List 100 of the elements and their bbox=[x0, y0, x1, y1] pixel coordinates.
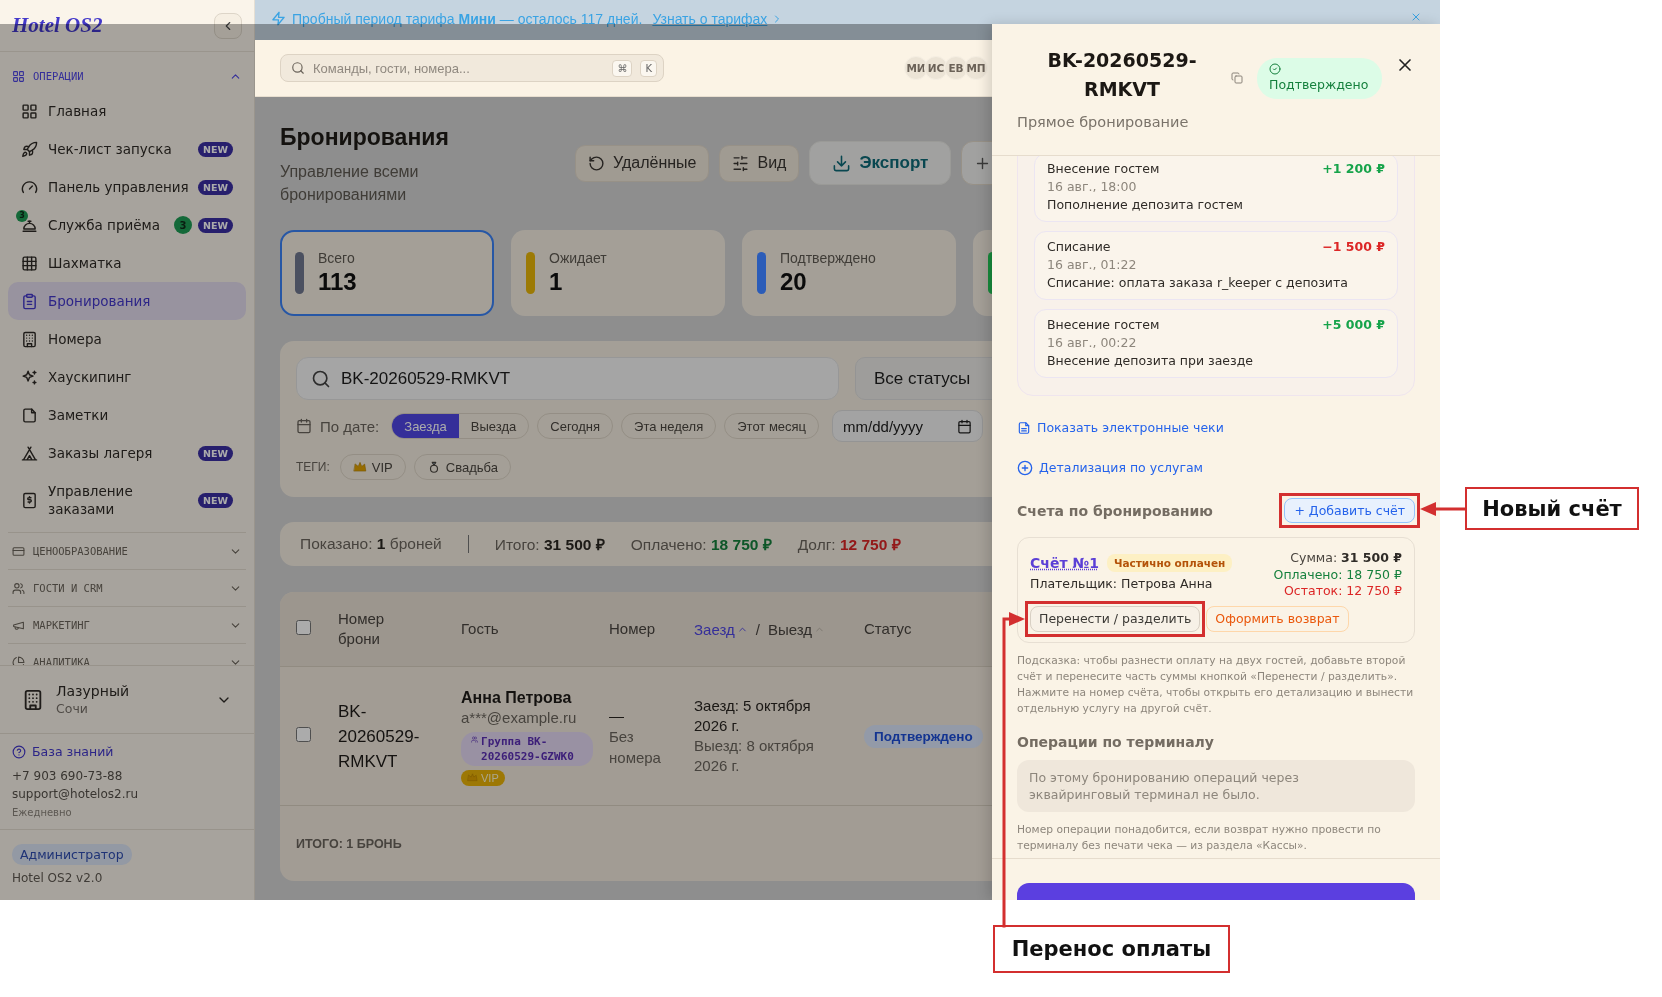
stat-value: 20 bbox=[780, 267, 808, 297]
document-icon bbox=[1017, 421, 1031, 435]
segment-button[interactable]: Заезда bbox=[392, 414, 459, 438]
entry-amount: −1 500 ₽ bbox=[1322, 238, 1385, 256]
room-value: — bbox=[609, 705, 625, 726]
shortcut-key: K bbox=[640, 59, 657, 77]
restore-button[interactable]: Удалённые bbox=[575, 144, 710, 182]
invoice-link[interactable]: Счёт №1 bbox=[1030, 555, 1099, 571]
header-separator: / bbox=[755, 620, 760, 638]
entry-title: Внесение гостем bbox=[1047, 160, 1160, 178]
help-link[interactable]: База знаний bbox=[12, 743, 242, 761]
property-switcher[interactable]: Лазурный Сочи bbox=[0, 665, 254, 733]
booking-title: BK-20260529-RMKVT bbox=[1046, 48, 1198, 102]
table-footer: ИТОГО: 1 БРОНЬ bbox=[296, 836, 402, 851]
entry-amount: +1 200 ₽ bbox=[1322, 160, 1385, 178]
new-badge: NEW bbox=[198, 141, 233, 157]
receipt-icon bbox=[20, 491, 38, 509]
section-header[interactable]: ЦЕНООБРАЗОВАНИЕ bbox=[8, 533, 246, 569]
command-search-input[interactable]: Команды, гости, номера... bbox=[313, 55, 605, 81]
icon-badge: 3 bbox=[16, 209, 28, 222]
transfer-button[interactable]: Перенести / разделить bbox=[1030, 605, 1201, 632]
stat-value: 113 bbox=[318, 267, 357, 297]
section-header[interactable]: ОПЕРАЦИИ bbox=[8, 60, 246, 92]
entry-amount: +5 000 ₽ bbox=[1322, 316, 1385, 334]
search-field[interactable]: BK-20260529-RMKVT bbox=[296, 357, 839, 400]
property-city: Сочи bbox=[56, 700, 89, 717]
search-icon bbox=[311, 368, 331, 389]
stat-card[interactable]: Всего 113 bbox=[280, 230, 494, 316]
add-invoice-button[interactable]: + Добавить счёт bbox=[1284, 498, 1415, 523]
checkin-date: Заезд: 5 октября 2026 г. bbox=[694, 696, 812, 736]
section-title: Операции по терминалу bbox=[1017, 733, 1215, 750]
nav-label: Служба приёма bbox=[48, 216, 162, 234]
user-avatar: МП bbox=[964, 56, 988, 80]
booking-source: Прямое бронирование bbox=[1017, 113, 1190, 132]
link[interactable]: Детализация по услугам bbox=[1017, 458, 1204, 478]
nav-item[interactable]: Управление заказами NEW bbox=[8, 472, 246, 528]
trial-text: Пробный период тарифа Мини — осталось 117 дней. bbox=[292, 11, 643, 27]
grid-icon bbox=[20, 102, 38, 120]
section-header[interactable]: ГОСТИ И CRM bbox=[8, 570, 246, 606]
date-input[interactable]: mm/dd/yyyy bbox=[843, 411, 958, 441]
nav-item[interactable]: Чек-лист запуска NEW bbox=[8, 130, 246, 168]
nav-label: Панель управления bbox=[48, 178, 190, 196]
tags-label: ТЕГИ: bbox=[296, 460, 330, 474]
search-input[interactable]: BK-20260529-RMKVT bbox=[341, 358, 824, 399]
calendar-icon bbox=[296, 418, 312, 434]
refund-button[interactable]: Оформить возврат bbox=[1206, 605, 1349, 632]
stat-card[interactable]: Подтверждено 20 bbox=[742, 230, 956, 316]
sort-header[interactable]: Выезд bbox=[767, 620, 825, 638]
stat-label: Всего bbox=[318, 249, 356, 267]
collapse-button[interactable] bbox=[214, 12, 242, 39]
note-text: Номер операции понадобится, если возврат нужно провести по терминалу без печати чека — из раздела «Кассы». bbox=[1017, 821, 1382, 854]
card-icon bbox=[12, 544, 25, 558]
entry-note: Списание: оплата заказа r_keeper с депозита bbox=[1047, 274, 1349, 292]
undo-icon bbox=[588, 154, 605, 172]
nav-item[interactable]: Хаускипинг bbox=[8, 358, 246, 396]
nav-label: Чек-лист запуска bbox=[48, 140, 173, 158]
entry-title: Внесение гостем bbox=[1047, 316, 1160, 334]
checkbox[interactable] bbox=[296, 620, 311, 635]
nav-item[interactable]: 3 Служба приёма 3 NEW bbox=[8, 206, 246, 244]
status-badge: Подтверждено bbox=[1257, 58, 1383, 99]
stat-label: Ожидает bbox=[549, 249, 607, 267]
nav-item[interactable]: Главная bbox=[8, 92, 246, 130]
nav-item[interactable]: Номера bbox=[8, 320, 246, 358]
filter-label: По дате: bbox=[320, 417, 380, 435]
nav-item[interactable]: Заметки bbox=[8, 396, 246, 434]
grid-icon bbox=[12, 69, 25, 83]
sparkle-icon bbox=[20, 368, 38, 386]
segment-button[interactable]: Выезда bbox=[458, 414, 529, 438]
copy-button[interactable] bbox=[1231, 72, 1243, 84]
new-badge: NEW bbox=[198, 445, 233, 461]
nav-item[interactable]: Шахматка bbox=[8, 244, 246, 282]
sliders-icon bbox=[732, 154, 750, 172]
gauge-icon bbox=[20, 178, 38, 196]
link[interactable]: Показать электронные чеки bbox=[1017, 418, 1224, 438]
payer-text: Плательщик: Петрова Анна bbox=[1030, 576, 1214, 591]
section-header[interactable]: МАРКЕТИНГ bbox=[8, 607, 246, 643]
users-icon bbox=[12, 581, 25, 595]
view-button[interactable]: Вид bbox=[719, 144, 800, 182]
export-button[interactable]: Экспорт bbox=[809, 141, 952, 185]
summary-text: Оплачено: 18 750 ₽ bbox=[630, 535, 772, 555]
stat-card[interactable]: Ожидает 1 bbox=[511, 230, 725, 316]
rocket-icon bbox=[20, 140, 38, 158]
date-field[interactable]: mm/dd/yyyy bbox=[832, 410, 984, 442]
count-badge: 3 bbox=[174, 216, 193, 234]
phone-text: +7 903 690-73-88 bbox=[12, 768, 124, 785]
room-note: Без номера bbox=[609, 726, 662, 768]
checkbox[interactable] bbox=[296, 726, 311, 742]
property-name: Лазурный bbox=[56, 682, 131, 700]
nav-item[interactable]: Бронирования bbox=[8, 282, 246, 320]
nav-item[interactable]: Заказы лагеря NEW bbox=[8, 434, 246, 472]
nav-item[interactable]: Панель управления NEW bbox=[8, 168, 246, 206]
entry-date: 16 авг., 00:22 bbox=[1047, 334, 1138, 352]
nav-label: Заметки bbox=[48, 406, 110, 424]
plus-circle-icon bbox=[1017, 460, 1033, 476]
entry-title: Списание bbox=[1047, 238, 1111, 256]
command-search-field[interactable]: Команды, гости, номера... ⌘ K bbox=[280, 54, 664, 82]
file-icon bbox=[20, 406, 38, 424]
new-badge: NEW bbox=[198, 492, 233, 508]
guest-name: Анна Петрова bbox=[461, 687, 572, 708]
sort-header[interactable]: Заезд bbox=[694, 620, 748, 638]
